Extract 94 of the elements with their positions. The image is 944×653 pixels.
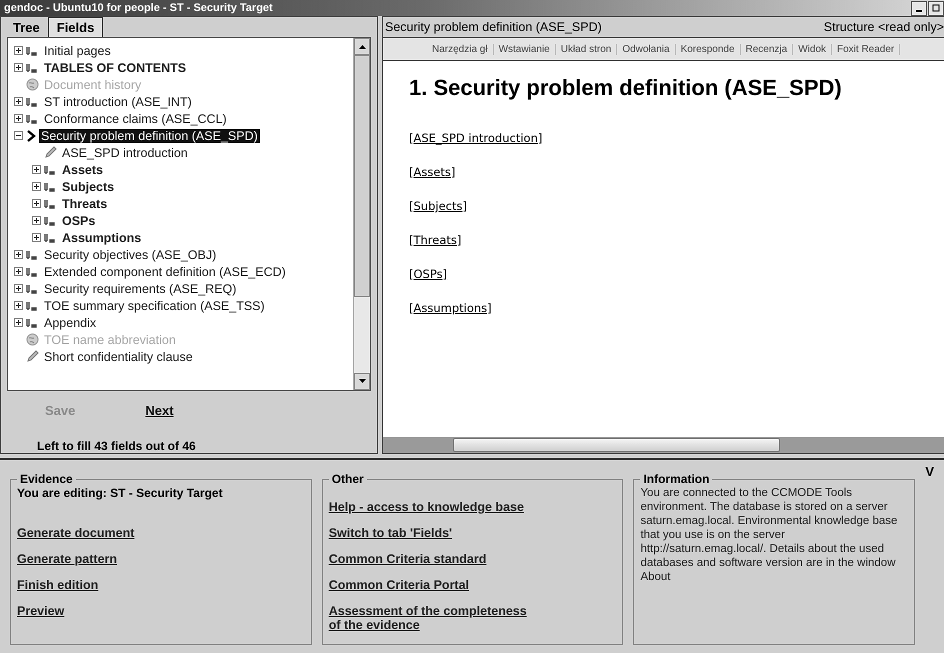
tree-item[interactable]: Initial pages <box>42 44 113 58</box>
tree-item[interactable]: Assumptions <box>60 230 144 244</box>
ribbon-tab[interactable]: Odwołania <box>617 44 676 54</box>
status-text: Left to fill 43 fields out of 46 <box>36 438 197 453</box>
section-icon <box>26 266 39 276</box>
help-link[interactable]: Help - access to knowledge base <box>328 500 524 514</box>
tree-item[interactable]: Conformance claims (ASE_CCL) <box>42 112 229 126</box>
group-title: Evidence <box>19 472 74 486</box>
document-link[interactable]: [ASE_SPD introduction] <box>409 131 542 145</box>
mode-label: Structure <read only> <box>824 20 944 34</box>
globe-icon <box>26 78 39 91</box>
scrollbar[interactable] <box>353 38 370 390</box>
horizontal-scrollbar[interactable] <box>383 437 944 453</box>
expand-icon[interactable] <box>14 318 23 327</box>
action-link[interactable]: Generate document <box>17 526 134 540</box>
pencil-icon <box>44 146 57 159</box>
ribbon-tab[interactable]: Narzędzia gł <box>427 44 494 54</box>
help-link[interactable]: Common Criteria standard <box>328 552 486 566</box>
tree-item[interactable]: Assets <box>60 162 105 176</box>
document-link[interactable]: [Assumptions] <box>409 301 492 315</box>
expand-icon[interactable] <box>14 114 23 123</box>
ribbon-tab[interactable]: Koresponde <box>676 44 741 54</box>
tree-item[interactable]: TABLES OF CONTENTS <box>42 60 188 74</box>
group-title: Information <box>642 472 710 486</box>
tree-item[interactable]: TOE summary specification (ASE_TSS) <box>42 298 267 312</box>
section-icon <box>26 62 39 72</box>
ribbon-tab[interactable]: Wstawianie <box>494 44 556 54</box>
edge-label: V <box>925 464 934 479</box>
section-icon <box>44 216 57 226</box>
help-link[interactable]: Common Criteria Portal <box>328 578 470 592</box>
expand-icon[interactable] <box>14 301 23 310</box>
pencil-icon <box>26 350 39 363</box>
section-icon <box>26 318 39 328</box>
ribbon-tab[interactable]: Widok <box>793 44 832 54</box>
expand-icon[interactable] <box>32 165 41 174</box>
ribbon-tab[interactable]: Układ stron <box>556 44 618 54</box>
expand-icon[interactable] <box>14 250 23 259</box>
expand-icon[interactable] <box>32 216 41 225</box>
document-title: Security problem definition (ASE_SPD) <box>385 20 602 34</box>
editing-label: You are editing: ST - Security Target <box>17 486 223 500</box>
action-link[interactable]: Generate pattern <box>17 552 118 566</box>
section-icon <box>44 182 57 192</box>
section-icon <box>26 300 39 310</box>
expand-icon[interactable] <box>14 46 23 55</box>
collapse-icon[interactable] <box>14 131 23 140</box>
tree-item[interactable]: Security requirements (ASE_REQ) <box>42 282 238 296</box>
section-icon <box>44 232 57 242</box>
tree-item[interactable]: Threats <box>60 196 110 210</box>
document-link[interactable]: [OSPs] <box>409 267 448 281</box>
tree-item[interactable]: Appendix <box>42 316 98 330</box>
tree-item[interactable]: Security objectives (ASE_OBJ) <box>42 248 218 262</box>
action-link[interactable]: Next <box>145 402 174 426</box>
section-icon <box>44 198 57 208</box>
section-icon <box>26 46 39 56</box>
group-title: Other <box>330 472 365 486</box>
action-link[interactable]: Finish edition <box>17 578 98 592</box>
tree-item[interactable]: ST introduction (ASE_INT) <box>42 94 194 108</box>
tree-item[interactable]: ASE_SPD introduction <box>60 146 190 160</box>
document-link[interactable]: [Subjects] <box>409 199 467 213</box>
expand-icon[interactable] <box>32 199 41 208</box>
information-text: You are connected to the CCMODE Tools environment. The database is stored on a server saturn.emag.local. Environmental knowledge base that you use is on the server http://saturn.emag.local/. Details about the used databases and software version are in the window About <box>640 486 898 584</box>
section-icon <box>26 114 39 124</box>
tree-item[interactable]: Extended component definition (ASE_ECD) <box>42 264 288 278</box>
scroll-up-icon[interactable] <box>358 44 366 48</box>
window-title: gendoc - Ubuntu10 for people - ST - Security Target <box>4 2 273 14</box>
maximize-icon <box>932 4 940 12</box>
help-link[interactable]: Assessment of the completeness of the evidence <box>328 604 534 632</box>
document-heading: 1. Security problem definition (ASE_SPD) <box>409 75 843 101</box>
tab[interactable]: Fields <box>48 17 104 37</box>
help-link[interactable]: Switch to tab 'Fields' <box>328 526 452 540</box>
section-icon <box>26 284 39 294</box>
document-link[interactable]: [Assets] <box>409 165 456 179</box>
minimize-button[interactable] <box>911 0 927 16</box>
action-link[interactable]: Preview <box>17 604 64 618</box>
expand-icon[interactable] <box>32 182 41 191</box>
expand-icon[interactable] <box>32 233 41 242</box>
section-icon <box>44 164 57 174</box>
expand-icon[interactable] <box>14 63 23 72</box>
ribbon-tab[interactable]: Recenzja <box>740 44 794 54</box>
tree-item[interactable]: Short confidentiality clause <box>42 350 195 364</box>
ribbon-tab[interactable]: Foxit Reader <box>832 44 900 54</box>
scroll-down-icon[interactable] <box>358 379 366 384</box>
expand-icon[interactable] <box>14 284 23 293</box>
tree-item[interactable]: Subjects <box>60 180 116 194</box>
tree-item[interactable]: OSPs <box>60 214 98 228</box>
expand-icon[interactable] <box>14 97 23 106</box>
globe-icon <box>26 333 39 346</box>
section-icon <box>26 96 39 106</box>
document-link[interactable]: [Threats] <box>409 233 462 247</box>
section-icon <box>26 250 39 260</box>
tree-item[interactable]: Security problem definition (ASE_SPD) <box>39 128 260 142</box>
maximize-button[interactable] <box>928 0 944 16</box>
chevron-icon <box>26 130 36 142</box>
expand-icon[interactable] <box>14 267 23 276</box>
